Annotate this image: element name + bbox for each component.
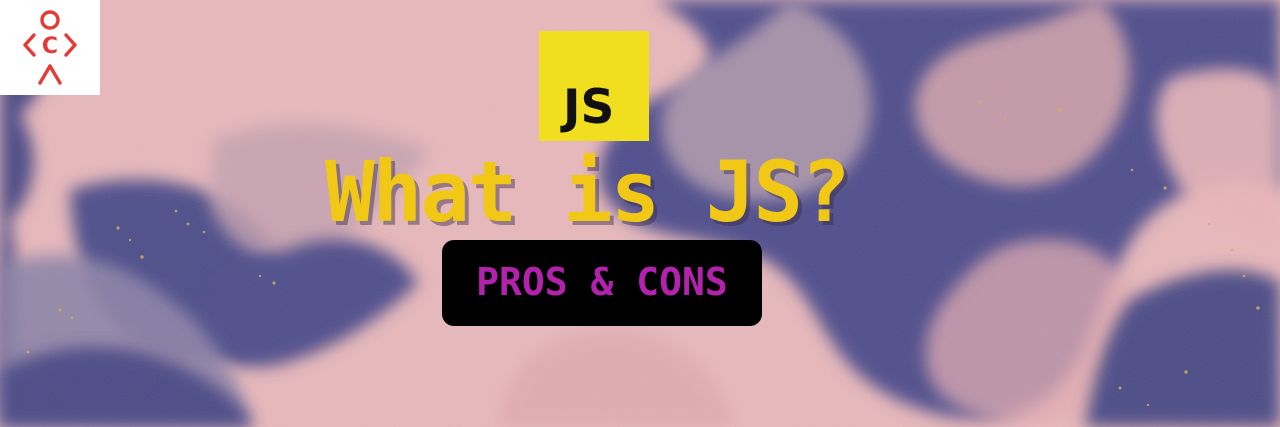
- javascript-badge: JS: [539, 31, 649, 141]
- headline: What is JS?: [325, 143, 851, 241]
- svg-text:C: C: [42, 34, 58, 59]
- oca-logo-mark: C: [23, 10, 77, 85]
- subtitle-text: PROS & CONS: [476, 260, 728, 304]
- subtitle-pill: PROS & CONS: [442, 240, 762, 326]
- hero-banner: C JS What is JS? PROS & CONS: [0, 0, 1280, 427]
- oca-logo: C: [0, 0, 100, 95]
- javascript-badge-label: JS: [563, 80, 615, 135]
